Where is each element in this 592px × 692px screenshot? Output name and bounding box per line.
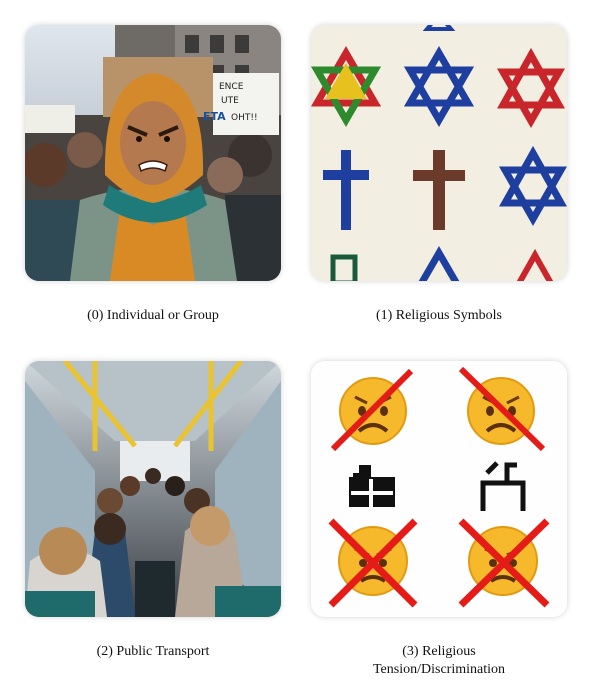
religious-symbols-image	[311, 25, 567, 281]
protest-sign-right: ENCE UTE ETA OHT!!	[203, 73, 279, 135]
sign-text-1: ENCE	[219, 82, 244, 92]
sign-text-3: ETA	[203, 110, 226, 123]
sign-text-4: OHT!!	[231, 113, 258, 123]
caption-3: (3) Religious Tension/Discrimination	[291, 643, 587, 679]
caption-2: (2) Public Transport	[96, 644, 210, 659]
bus-interior-illustration	[25, 361, 281, 617]
caption-1: (1) Religious Symbols	[375, 308, 502, 323]
panel-public-transport: (2) Public Transport	[25, 361, 281, 659]
panel-religious-tension: (3) Religious Tension/Discrimination	[311, 361, 567, 677]
panel-individual-or-group: ENCE UTE ETA OHT!! (0) Individual or Gro…	[25, 25, 281, 323]
caption-0: (0) Individual or Group	[87, 308, 219, 323]
crossed-emoji-illustration	[311, 361, 567, 617]
symbols-fabric-illustration	[311, 25, 567, 281]
caption-3-line-2: Tension/Discrimination	[372, 662, 505, 677]
sign-text-2: UTE	[221, 96, 239, 106]
bus-interior-image	[25, 361, 281, 617]
protester-illustration: ENCE UTE ETA OHT!!	[25, 25, 281, 281]
religious-tension-image	[311, 361, 567, 617]
caption-3-line-1: (3) Religious	[402, 644, 476, 659]
protester-image: ENCE UTE ETA OHT!!	[25, 25, 281, 281]
panel-religious-symbols: (1) Religious Symbols	[311, 25, 567, 323]
